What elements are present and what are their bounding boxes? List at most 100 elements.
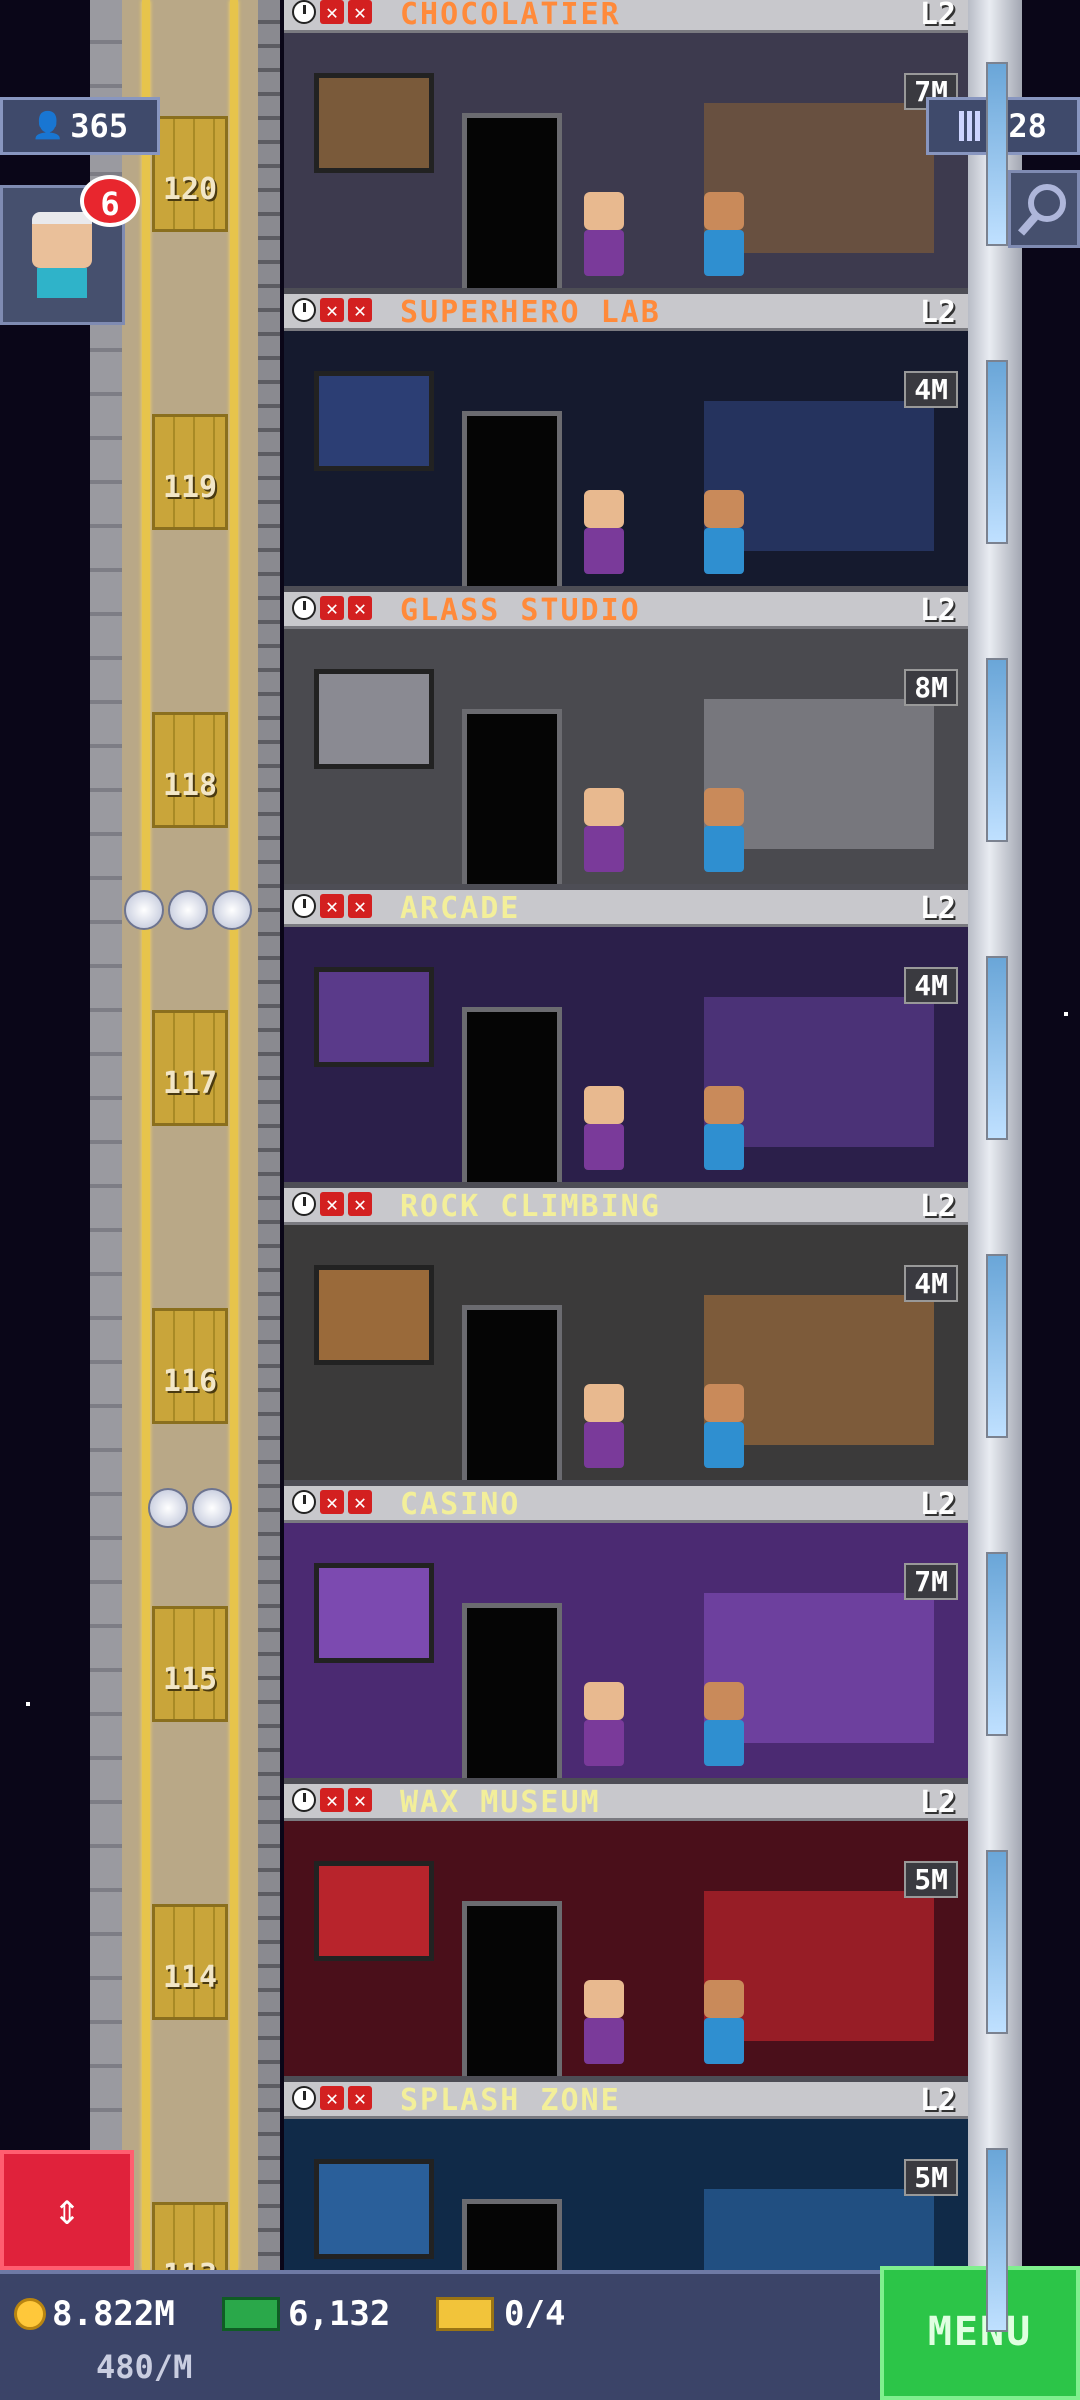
coins-display: 8.822M xyxy=(14,2294,175,2334)
empty-stock-x-icon: ✕ xyxy=(320,1192,344,1216)
empty-stock-x-icon: ✕ xyxy=(320,1788,344,1812)
floor-interior[interactable]: 4M xyxy=(284,1225,968,1486)
bux-value: 6,132 xyxy=(288,2294,391,2334)
floor-stock: 4M xyxy=(904,1265,958,1302)
floor-status-icons: ✕ ✕ xyxy=(292,1192,372,1216)
bitizen[interactable] xyxy=(584,788,624,872)
tickets-value: 0/4 xyxy=(504,2294,566,2334)
empty-stock-x-icon: ✕ xyxy=(320,596,344,620)
shaft-ladder xyxy=(258,0,280,2270)
bitizen[interactable] xyxy=(584,490,624,574)
bitizen[interactable] xyxy=(704,1384,744,1468)
clock-icon xyxy=(292,596,316,620)
floor-stock: 4M xyxy=(904,967,958,1004)
bitizen[interactable] xyxy=(704,1682,744,1766)
floor-decoration xyxy=(314,1265,434,1365)
bitizen[interactable] xyxy=(704,1086,744,1170)
floor-level: L2 xyxy=(919,891,956,926)
floor-decoration xyxy=(314,73,434,173)
floor-header[interactable]: ✕ ✕ SUPERHERO LAB L2 xyxy=(284,294,968,331)
floor-number: 115 xyxy=(162,1662,218,1697)
empty-stock-x-icon: ✕ xyxy=(348,1788,372,1812)
clock-icon xyxy=(292,894,316,918)
floor-status-icons: ✕ ✕ xyxy=(292,596,372,620)
floor-name: ROCK CLIMBING xyxy=(400,1189,661,1224)
floor-glass-studio[interactable]: ✕ ✕ GLASS STUDIO L2 8M xyxy=(284,592,968,890)
floor-interior[interactable]: 4M xyxy=(284,927,968,1188)
floor-header[interactable]: ✕ ✕ CHOCOLATIER L2 xyxy=(284,0,968,33)
floor-interior[interactable]: 4M xyxy=(284,331,968,592)
floor-stock: 8M xyxy=(904,669,958,706)
floor-header[interactable]: ✕ ✕ SPLASH ZONE L2 xyxy=(284,2082,968,2119)
floor-name: CASINO xyxy=(400,1487,521,1522)
clock-icon xyxy=(292,1788,316,1812)
floor-interior[interactable]: 7M xyxy=(284,33,968,294)
floor-header[interactable]: ✕ ✕ CASINO L2 xyxy=(284,1486,968,1523)
floor-level: L2 xyxy=(919,2083,956,2118)
bitizen[interactable] xyxy=(704,192,744,276)
floor-interior[interactable]: 8M xyxy=(284,629,968,890)
floor-doorway xyxy=(462,1901,562,2076)
population-count: 365 xyxy=(70,107,129,145)
floor-arcade[interactable]: ✕ ✕ ARCADE L2 4M xyxy=(284,890,968,1188)
bitizen[interactable] xyxy=(704,490,744,574)
floor-header[interactable]: ✕ ✕ ARCADE L2 xyxy=(284,890,968,927)
magnifier-icon xyxy=(1017,184,1066,236)
elevator-rail xyxy=(142,0,150,2270)
floor-number: 117 xyxy=(162,1066,218,1101)
floor-interior[interactable]: 7M xyxy=(284,1523,968,1784)
clock-icon xyxy=(292,1192,316,1216)
tower-window xyxy=(986,1254,1008,1438)
floor-decoration xyxy=(314,669,434,769)
floor-interior[interactable]: 5M xyxy=(284,1821,968,2082)
floor-casino[interactable]: ✕ ✕ CASINO L2 7M xyxy=(284,1486,968,1784)
floor-level: L2 xyxy=(919,1487,956,1522)
floor-doorway xyxy=(462,1603,562,1778)
floor-name: CHOCOLATIER xyxy=(400,0,621,32)
elevator-button[interactable]: ⇕ xyxy=(0,2150,134,2270)
floor-header[interactable]: ✕ ✕ GLASS STUDIO L2 xyxy=(284,592,968,629)
building-icon xyxy=(959,111,984,141)
up-down-arrows-icon: ⇕ xyxy=(53,2184,81,2235)
floor-chocolatier[interactable]: ✕ ✕ CHOCOLATIER L2 7M xyxy=(284,0,968,294)
floor-wax-museum[interactable]: ✕ ✕ WAX MUSEUM L2 5M xyxy=(284,1784,968,2082)
floor-name: WAX MUSEUM xyxy=(400,1785,601,1820)
search-button[interactable] xyxy=(1008,170,1080,248)
floor-level: L2 xyxy=(919,0,956,32)
bitizen[interactable] xyxy=(704,788,744,872)
bitizen[interactable] xyxy=(584,1980,624,2064)
floor-number: 116 xyxy=(162,1364,218,1399)
coins-value: 8.822M xyxy=(52,2294,175,2334)
bitizen[interactable] xyxy=(584,1086,624,1170)
empty-stock-x-icon: ✕ xyxy=(348,596,372,620)
floor-star-rating xyxy=(148,1488,232,1528)
bitizen[interactable] xyxy=(584,1682,624,1766)
floor-status-icons: ✕ ✕ xyxy=(292,2086,372,2110)
clock-icon xyxy=(292,298,316,322)
floor-decoration xyxy=(314,1861,434,1961)
floor-header[interactable]: ✕ ✕ WAX MUSEUM L2 xyxy=(284,1784,968,1821)
bitizen[interactable] xyxy=(584,1384,624,1468)
floor-doorway xyxy=(462,113,562,288)
floor-superhero-lab[interactable]: ✕ ✕ SUPERHERO LAB L2 4M xyxy=(284,294,968,592)
empty-stock-x-icon: ✕ xyxy=(348,2086,372,2110)
floor-doorway xyxy=(462,1305,562,1480)
tower-left-wall xyxy=(90,0,125,2270)
empty-stock-x-icon: ✕ xyxy=(348,894,372,918)
population-badge[interactable]: 👤 365 xyxy=(0,97,160,155)
coin-icon xyxy=(14,2298,46,2330)
empty-stock-x-icon: ✕ xyxy=(348,1490,372,1514)
floor-status-icons: ✕ ✕ xyxy=(292,894,372,918)
tickets-display: 0/4 xyxy=(436,2294,565,2334)
clock-icon xyxy=(292,2086,316,2110)
floor-rock-climbing[interactable]: ✕ ✕ ROCK CLIMBING L2 4M xyxy=(284,1188,968,1486)
sky-star xyxy=(26,1702,30,1706)
floor-status-icons: ✕ ✕ xyxy=(292,1490,372,1514)
bitizen[interactable] xyxy=(704,1980,744,2064)
floor-stock: 5M xyxy=(904,1861,958,1898)
floor-header[interactable]: ✕ ✕ ROCK CLIMBING L2 xyxy=(284,1188,968,1225)
bitizen[interactable] xyxy=(584,192,624,276)
menu-button[interactable]: MENU xyxy=(880,2266,1080,2400)
ticket-icon xyxy=(436,2297,494,2331)
floor-decoration xyxy=(314,967,434,1067)
